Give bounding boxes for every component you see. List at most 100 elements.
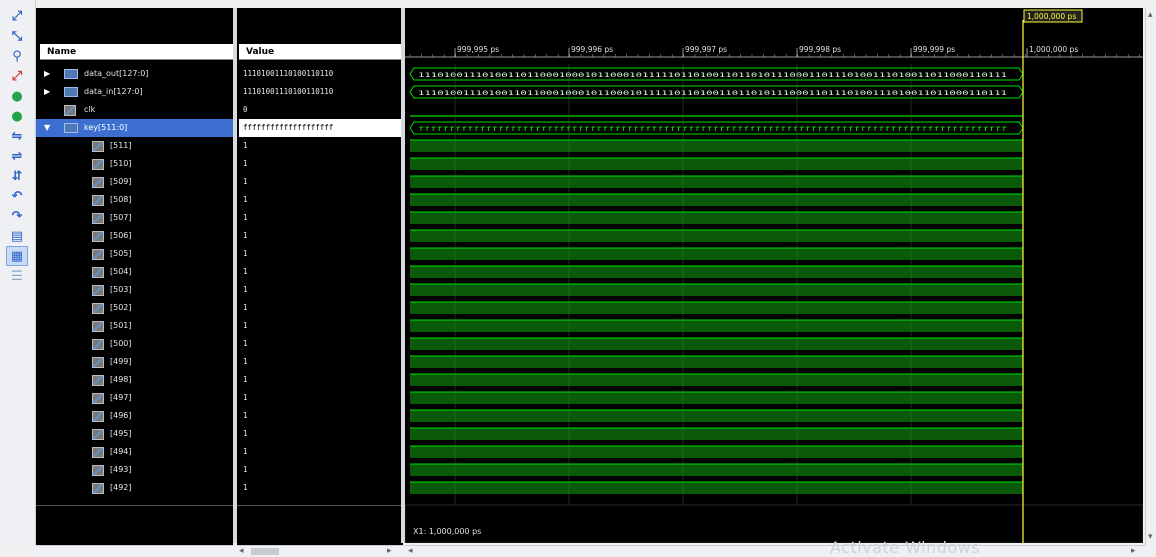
value-column-header[interactable]: Value — [239, 44, 401, 60]
zoom-fit-icon[interactable]: ⚲ — [6, 46, 28, 66]
bit-waveform-fill[interactable] — [410, 338, 1023, 350]
signal-row-name[interactable]: [492] — [36, 479, 233, 497]
signal-row-name[interactable]: [509] — [36, 173, 233, 191]
signal-value[interactable]: 1 — [243, 191, 401, 209]
signal-row-name[interactable]: [501] — [36, 317, 233, 335]
signal-row-name[interactable]: [502] — [36, 299, 233, 317]
go-to-start-icon[interactable]: ● — [6, 86, 28, 106]
bit-waveform-fill[interactable] — [410, 284, 1023, 296]
signal-row-name[interactable]: [499] — [36, 353, 233, 371]
signal-value[interactable]: 1 — [243, 479, 401, 497]
waveform-pane[interactable]: 999,995 ps 999,996 ps 999,997 ps 999,998 ps… — [405, 8, 1143, 543]
signal-row-name[interactable]: clk — [36, 101, 233, 119]
signal-row-name[interactable]: [503] — [36, 281, 233, 299]
signal-row-name[interactable]: [496] — [36, 407, 233, 425]
waveform-hscroll[interactable]: ◂ ▸ — [405, 545, 1145, 557]
signal-value[interactable]: 1 — [243, 335, 401, 353]
scroll-down-icon[interactable]: ▾ — [1148, 532, 1153, 543]
scroll-up-icon[interactable]: ▴ — [1148, 10, 1153, 21]
zoom-full-icon[interactable]: ⤢ — [6, 66, 28, 86]
bit-waveform-fill[interactable] — [410, 158, 1023, 170]
bit-waveform-fill[interactable] — [410, 356, 1023, 368]
signal-value[interactable]: 1 — [243, 281, 401, 299]
value-pane-hscroll[interactable]: ◂ ▸ — [237, 545, 403, 557]
name-pane-hscroll[interactable] — [36, 545, 233, 557]
snap-icon[interactable]: ↷ — [6, 206, 28, 226]
collapse-arrow-icon[interactable]: ▼ — [44, 119, 50, 137]
signal-value[interactable]: 11101001110100110110 — [243, 83, 401, 101]
bit-waveform-fill[interactable] — [410, 230, 1023, 242]
wave-scroll-left-icon[interactable]: ◂ — [408, 546, 413, 557]
signal-value[interactable]: 1 — [243, 155, 401, 173]
signal-value[interactable]: 1 — [243, 371, 401, 389]
expand-arrow-icon[interactable]: ▶ — [44, 83, 50, 101]
signal-value[interactable]: 1 — [243, 407, 401, 425]
signal-row-name[interactable]: [510] — [36, 155, 233, 173]
go-to-end-icon[interactable]: ● — [6, 106, 28, 126]
expand-arrow-icon[interactable]: ▶ — [44, 65, 50, 83]
bit-waveform-fill[interactable] — [410, 194, 1023, 206]
signal-value[interactable]: 1 — [243, 443, 401, 461]
signal-value[interactable]: 1 — [243, 317, 401, 335]
name-column-header[interactable]: Name — [40, 44, 233, 60]
signal-row-name[interactable]: [507] — [36, 209, 233, 227]
signal-row-name[interactable]: [505] — [36, 245, 233, 263]
bit-waveform-fill[interactable] — [410, 392, 1023, 404]
signal-value[interactable]: 1 — [243, 389, 401, 407]
signal-value[interactable]: 1 — [243, 263, 401, 281]
signal-row-name[interactable]: [493] — [36, 461, 233, 479]
grid-icon[interactable]: ▦ — [6, 246, 28, 266]
signal-value[interactable]: 1 — [243, 461, 401, 479]
bit-waveform-fill[interactable] — [410, 374, 1023, 386]
bit-waveform-fill[interactable] — [410, 482, 1023, 494]
signal-row-name[interactable]: [500] — [36, 335, 233, 353]
link-icon[interactable]: ▤ — [6, 226, 28, 246]
add-marker-icon[interactable]: ⇌ — [6, 146, 28, 166]
vertical-scrollbar[interactable]: ▴ ▾ — [1145, 8, 1156, 545]
signal-row-name[interactable]: ▼ key[511:0] — [36, 119, 233, 137]
signal-value[interactable]: 11101001110100110110 — [243, 65, 401, 83]
signal-row-name[interactable]: [497] — [36, 389, 233, 407]
signal-row-name[interactable]: [511] — [36, 137, 233, 155]
bit-waveform-fill[interactable] — [410, 464, 1023, 476]
bit-waveform-fill[interactable] — [410, 302, 1023, 314]
signal-value[interactable]: 0 — [243, 101, 401, 119]
scroll-left-icon[interactable]: ◂ — [239, 546, 244, 557]
bit-waveform-fill[interactable] — [410, 446, 1023, 458]
signal-row-name[interactable]: [508] — [36, 191, 233, 209]
signal-value[interactable]: 1 — [243, 137, 401, 155]
zoom-in-icon[interactable]: ⤢ — [6, 6, 28, 26]
signal-row-name[interactable]: [504] — [36, 263, 233, 281]
signal-value[interactable]: 1 — [243, 299, 401, 317]
wave-scroll-right-icon[interactable]: ▸ — [1131, 546, 1136, 557]
scroll-right-icon[interactable]: ▸ — [387, 546, 392, 557]
zoom-out-icon[interactable]: ⤡ — [6, 26, 28, 46]
bit-waveform-fill[interactable] — [410, 140, 1023, 152]
signal-row-name[interactable]: [498] — [36, 371, 233, 389]
bit-waveform-fill[interactable] — [410, 212, 1023, 224]
bit-waveform-fill[interactable] — [410, 266, 1023, 278]
bit-waveform-fill[interactable] — [410, 320, 1023, 332]
waveform-canvas[interactable]: 999,995 ps 999,996 ps 999,997 ps 999,998 ps… — [405, 8, 1143, 543]
bit-waveform-fill[interactable] — [410, 176, 1023, 188]
swap-cursor-icon[interactable]: ⇋ — [6, 126, 28, 146]
signal-row-name[interactable]: [506] — [36, 227, 233, 245]
signal-row-name[interactable]: [494] — [36, 443, 233, 461]
signal-value[interactable]: 1 — [243, 209, 401, 227]
signal-row-name[interactable]: [495] — [36, 425, 233, 443]
signal-value[interactable]: 1 — [243, 425, 401, 443]
signal-value[interactable]: 1 — [243, 353, 401, 371]
bit-waveform-fill[interactable] — [410, 428, 1023, 440]
signal-value[interactable]: ffffffffffffffffffff — [239, 119, 401, 137]
bit-waveform-fill[interactable] — [410, 410, 1023, 422]
signal-value[interactable]: 1 — [243, 173, 401, 191]
bit-waveform-fill[interactable] — [410, 248, 1023, 260]
signal-value[interactable]: 1 — [243, 227, 401, 245]
signal-value[interactable]: 1 — [243, 245, 401, 263]
next-transition-icon[interactable]: ↶ — [6, 186, 28, 206]
previous-transition-icon[interactable]: ⇵ — [6, 166, 28, 186]
ruler-icon[interactable]: ☰ — [6, 266, 28, 286]
signal-row-name[interactable]: ▶ data_in[127:0] — [36, 83, 233, 101]
signal-row-name[interactable]: ▶ data_out[127:0] — [36, 65, 233, 83]
value-scroll-thumb[interactable] — [251, 548, 279, 555]
